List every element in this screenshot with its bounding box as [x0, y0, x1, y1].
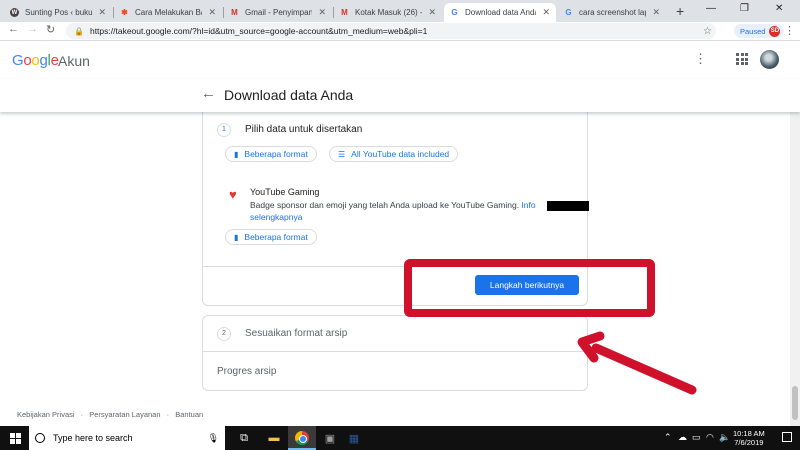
- gmail-icon: M: [231, 8, 238, 17]
- back-arrow-icon[interactable]: ←: [201, 85, 216, 102]
- tab-download-data-anda[interactable]: G Download data Anda ✕: [444, 3, 556, 22]
- page-scrollbar[interactable]: [790, 112, 800, 426]
- tab-cara-screenshot[interactable]: G cara screenshot laptop ✕: [558, 3, 666, 22]
- minimize-icon[interactable]: —: [706, 3, 716, 14]
- wordpress-icon: W: [10, 8, 19, 17]
- product-description: Badge sponsor dan emoji yang telah Anda …: [250, 200, 536, 222]
- close-tab-icon[interactable]: ✕: [208, 7, 216, 18]
- terms-link[interactable]: Persyaratan Layanan: [89, 410, 160, 419]
- document-icon: ▮: [234, 149, 239, 159]
- browser-tab-strip: W Sunting Pos ‹ bukugue ✕ ✱ Cara Melakuk…: [0, 0, 800, 22]
- step-title: Sesuaikan format arsip: [245, 328, 348, 339]
- profile-paused-button[interactable]: Paused SD: [734, 24, 785, 38]
- bookmark-star-icon[interactable]: ☆: [703, 26, 712, 37]
- windows-start-icon[interactable]: [10, 433, 21, 444]
- tab-kotak-masuk[interactable]: M Kotak Masuk (26) - psy ✕: [334, 3, 442, 22]
- photos-icon[interactable]: ▣: [322, 430, 338, 446]
- close-window-icon[interactable]: ✕: [775, 3, 783, 14]
- network-icon[interactable]: ▭: [692, 432, 701, 443]
- browser-toolbar: ← → ↻ 🔒 https://takeout.google.com/?hl=i…: [0, 22, 800, 41]
- redaction-bar: [547, 201, 589, 211]
- format-chip[interactable]: ▮ Beberapa format: [225, 229, 317, 245]
- format-chip[interactable]: ▮ Beberapa format: [225, 146, 317, 162]
- step-header[interactable]: 2 Sesuaikan format arsip: [203, 316, 587, 352]
- list-icon: ☰: [338, 149, 346, 159]
- google-icon: G: [565, 8, 572, 17]
- tab-sunting-pos[interactable]: W Sunting Pos ‹ bukugue ✕: [4, 3, 112, 22]
- chrome-icon[interactable]: [294, 430, 310, 446]
- back-icon[interactable]: ←: [8, 23, 19, 35]
- close-tab-icon[interactable]: ✕: [98, 7, 106, 18]
- step-title: Pilih data untuk disertakan: [245, 124, 363, 135]
- forward-icon[interactable]: →: [27, 23, 38, 35]
- google-logo[interactable]: Google: [12, 52, 59, 69]
- more-options-icon[interactable]: ⋮: [694, 51, 707, 67]
- restore-icon[interactable]: ❐: [740, 3, 749, 14]
- account-header: Google Akun ⋮: [0, 41, 800, 79]
- google-icon: G: [451, 8, 458, 17]
- apps-grid-icon[interactable]: [736, 53, 748, 65]
- reload-icon[interactable]: ↻: [46, 23, 55, 36]
- annotation-arrow: [577, 331, 697, 395]
- youtube-gaming-heart-icon: ♥: [229, 187, 237, 202]
- search-circle-icon: [35, 433, 45, 443]
- wifi-icon[interactable]: ◠: [706, 432, 714, 443]
- task-view-icon[interactable]: ⧉: [236, 430, 252, 446]
- close-tab-icon[interactable]: ✕: [542, 7, 550, 18]
- product-title: YouTube Gaming: [250, 187, 320, 197]
- annotation-highlight-box: [404, 259, 655, 317]
- volume-icon[interactable]: 🔈: [719, 432, 730, 443]
- taskbar-clock[interactable]: 10:18 AM 7/6/2019: [733, 429, 765, 447]
- page-title: Download data Anda: [224, 87, 354, 103]
- page-subheader: ← Download data Anda: [0, 79, 800, 112]
- tab-gmail-penyimpanan[interactable]: M Gmail - Penyimpanan d ✕: [224, 3, 332, 22]
- windows-taskbar: Type here to search 🎙 ⧉ ▬ ▣ ▦ ⌃ ☁ ▭ ◠ 🔈 …: [0, 426, 800, 450]
- help-link[interactable]: Bantuan: [175, 410, 203, 419]
- profile-avatar: SD: [769, 25, 781, 37]
- step-card-archive-format: 2 Sesuaikan format arsip Progres arsip: [202, 315, 588, 391]
- microphone-icon[interactable]: 🎙: [208, 433, 219, 444]
- address-bar[interactable]: 🔒 https://takeout.google.com/?hl=id&utm_…: [66, 23, 716, 39]
- url-text: https://takeout.google.com/?hl=id&utm_so…: [89, 26, 428, 36]
- close-tab-icon[interactable]: ✕: [428, 7, 436, 18]
- gmail-icon: M: [341, 8, 348, 17]
- archive-progress-label: Progres arsip: [217, 366, 277, 377]
- step-number: 2: [217, 326, 231, 341]
- account-avatar[interactable]: [760, 50, 779, 69]
- joomla-icon: ✱: [121, 8, 128, 17]
- cloud-icon[interactable]: ☁: [678, 432, 687, 443]
- all-data-chip[interactable]: ☰ All YouTube data included: [329, 146, 459, 162]
- step-header: 1 Pilih data untuk disertakan: [203, 112, 587, 147]
- product-name: Akun: [58, 53, 90, 69]
- privacy-link[interactable]: Kebijakan Privasi: [17, 410, 75, 419]
- page-footer: Kebijakan Privasi · Persyaratan Layanan …: [17, 410, 204, 419]
- close-tab-icon[interactable]: ✕: [652, 7, 660, 18]
- tab-cara-melakukan-backup[interactable]: ✱ Cara Melakukan Backu ✕: [114, 3, 222, 22]
- scrollbar-thumb[interactable]: [792, 386, 798, 420]
- new-tab-button[interactable]: +: [676, 3, 684, 19]
- document-icon: ▮: [234, 232, 239, 242]
- word-icon[interactable]: ▦: [346, 430, 362, 446]
- browser-menu-icon[interactable]: ⋮: [784, 24, 795, 37]
- step-number: 1: [217, 122, 231, 137]
- close-tab-icon[interactable]: ✕: [318, 7, 326, 18]
- action-center-icon[interactable]: [782, 432, 792, 442]
- show-hidden-icons-icon[interactable]: ⌃: [664, 432, 672, 443]
- lock-icon: 🔒: [74, 26, 84, 36]
- file-explorer-icon[interactable]: ▬: [266, 430, 282, 446]
- taskbar-search-box[interactable]: Type here to search 🎙: [29, 426, 225, 450]
